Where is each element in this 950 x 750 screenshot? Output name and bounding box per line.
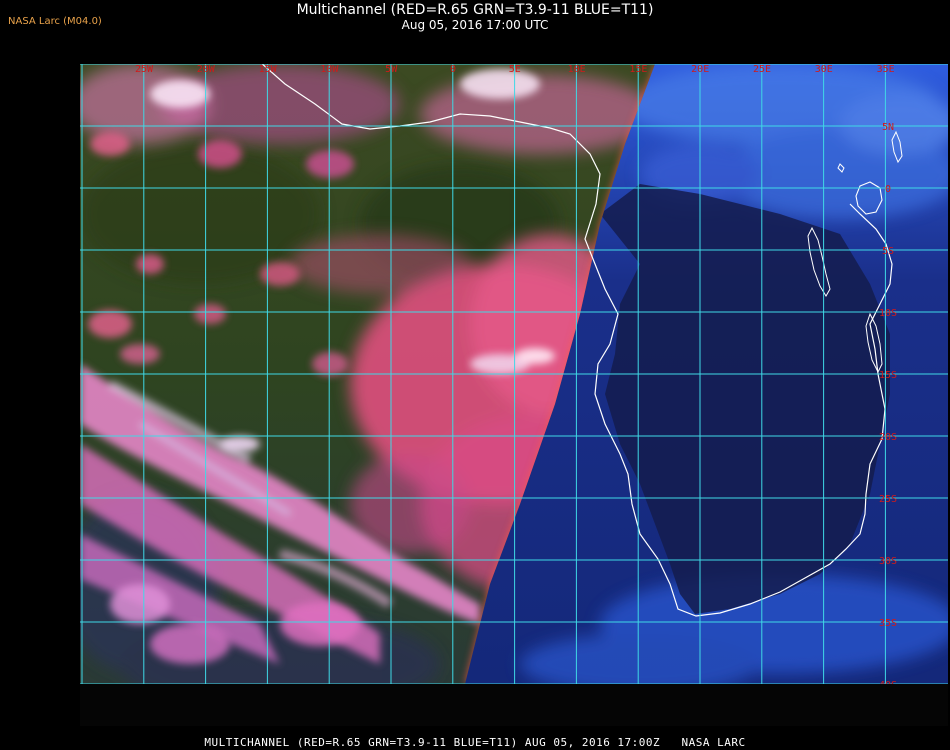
longitude-label: 5E xyxy=(509,64,521,75)
longitude-label: 20E xyxy=(691,64,709,75)
latitude-label: 20S xyxy=(879,432,897,443)
footer-caption: MULTICHANNEL (RED=R.65 GRN=T3.9-11 BLUE=… xyxy=(204,736,746,749)
latitude-label: 5S xyxy=(882,246,894,257)
latitude-label: 10S xyxy=(879,308,897,319)
latitude-label: 25S xyxy=(879,494,897,505)
longitude-label: 35E xyxy=(877,64,895,75)
longitude-label: 25E xyxy=(753,64,771,75)
latitude-label: 15S xyxy=(879,370,897,381)
longitude-label: 25W xyxy=(135,64,154,75)
satellite-map: 25W 20W 15W 10W 5W 0 5E 10E 15E 20E 25E 30E 35E 5N 0 5… xyxy=(80,64,948,684)
latitude-label: 35S xyxy=(879,618,897,629)
image-title: Multichannel (RED=R.65 GRN=T3.9-11 BLUE=… xyxy=(296,2,654,18)
latitude-label: 30S xyxy=(879,556,897,567)
longitude-label: 30E xyxy=(815,64,833,75)
image-timestamp: Aug 05, 2016 17:00 UTC xyxy=(401,18,549,32)
latitude-label: 5N xyxy=(882,122,894,133)
longitude-label: 10W xyxy=(320,64,339,75)
longitude-label: 15E xyxy=(629,64,647,75)
longitude-label: 10E xyxy=(568,64,586,75)
bottom-strip xyxy=(80,684,948,726)
longitude-label: 0 xyxy=(450,64,456,75)
longitude-label: 15W xyxy=(259,64,278,75)
longitude-label: 5W xyxy=(385,64,398,75)
latitude-label: 0 xyxy=(885,184,891,195)
longitude-label: 20W xyxy=(197,64,216,75)
